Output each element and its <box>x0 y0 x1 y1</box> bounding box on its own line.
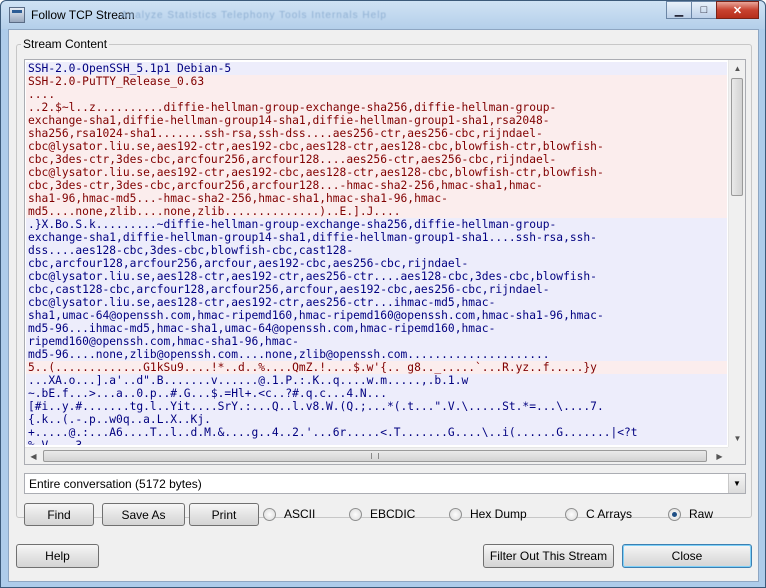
stream-line: 5..(.............G1kSu9....!*..d..%....Q… <box>26 361 727 374</box>
format-radio-hex-dump[interactable]: Hex Dump <box>449 506 527 522</box>
wireshark-app-icon <box>9 7 25 23</box>
radio-raw-label: Raw <box>689 507 714 521</box>
stream-content-label: Stream Content <box>21 37 110 51</box>
stream-line: [#i..y.#.......tg.l..Yit....SrY.:...Q..l… <box>26 400 727 413</box>
stream-line: SSH-2.0-OpenSSH_5.1p1 Debian-5 <box>26 62 727 75</box>
radio-ascii-label: ASCII <box>284 507 316 521</box>
format-radio-c-arrays[interactable]: C Arrays <box>565 506 632 522</box>
find-button-label: Find <box>47 507 71 522</box>
format-radio-ascii[interactable]: ASCII <box>263 506 315 522</box>
stream-line: cbc,3des-ctr,3des-cbc,arcfour256,arcfour… <box>26 179 727 192</box>
find-button[interactable]: Find <box>24 503 94 526</box>
stream-line: exchange-sha1,diffie-hellman-group14-sha… <box>26 114 727 127</box>
scroll-up-arrow-icon[interactable]: ▲ <box>729 60 745 77</box>
scroll-down-arrow-icon[interactable]: ▼ <box>729 430 745 447</box>
stream-text-content[interactable]: SSH-2.0-OpenSSH_5.1p1 Debian-5 SSH-2.0-Pu… <box>26 62 727 445</box>
stream-line: cbc@lysator.liu.se,aes128-ctr,aes192-ctr… <box>26 296 727 309</box>
stream-line: cbc,arcfour128,arcfour256,arcfour,aes192… <box>26 257 727 270</box>
stream-line: ...XA.o...].a'..d".B.......v......@.1.P.… <box>26 374 727 387</box>
filter-out-stream-button-label: Filter Out This Stream <box>489 549 608 563</box>
help-button-label: Help <box>45 549 70 563</box>
stream-line: sha1,umac-64@openssh.com,hmac-ripemd160,… <box>26 309 727 322</box>
conversation-select[interactable]: Entire conversation (5172 bytes) ▼ <box>24 473 746 494</box>
scroll-left-arrow-icon[interactable]: ◀ <box>25 448 42 464</box>
format-radio-raw[interactable]: Raw <box>668 506 713 522</box>
stream-line: cbc@lysator.liu.se,aes192-ctr,aes192-cbc… <box>26 166 727 179</box>
stream-line: +.....@.:...A6....T..l..d.M.&....g..4..2… <box>26 426 727 439</box>
save-as-button-label: Save As <box>121 507 166 522</box>
help-button[interactable]: Help <box>16 544 99 568</box>
grip-icon <box>371 453 379 459</box>
filter-out-stream-button[interactable]: Filter Out This Stream <box>483 544 614 568</box>
conversation-select-value: Entire conversation (5172 bytes) <box>29 477 202 491</box>
close-button-label: Close <box>671 549 703 563</box>
stream-line: SSH-2.0-PuTTY_Release_0.63 <box>26 75 727 88</box>
dialog-client-area: Stream Content SSH-2.0-OpenSSH_5.1p1 Deb… <box>8 29 759 582</box>
stream-line: {.k..(.-.p..w0q..a.L.X..Kj. <box>26 413 727 426</box>
title-bar[interactable]: Follow TCP Stream Analyze Statistics Tel… <box>1 1 765 29</box>
radio-ascii-indicator[interactable] <box>263 507 276 521</box>
save-as-button[interactable]: Save As <box>102 503 185 526</box>
maximize-button[interactable]: □ <box>691 1 717 19</box>
stream-content-group: Stream Content SSH-2.0-OpenSSH_5.1p1 Deb… <box>16 37 752 526</box>
stream-line: md5-96....none,zlib@openssh.com....none,… <box>26 348 727 361</box>
stream-line: sha256,rsa1024-sha1.......ssh-rsa,ssh-ds… <box>26 127 727 140</box>
stream-line: cbc@lysator.liu.se,aes128-ctr,aes192-ctr… <box>26 270 727 283</box>
radio-hex-dump-label: Hex Dump <box>470 507 527 521</box>
window-title: Follow TCP Stream <box>31 8 135 22</box>
follow-tcp-stream-window: Follow TCP Stream Analyze Statistics Tel… <box>0 0 766 588</box>
format-radio-ebcdic[interactable]: EBCDIC <box>349 506 415 522</box>
caption-buttons: ▁ □ ✕ <box>666 1 759 19</box>
horizontal-scroll-thumb[interactable] <box>43 450 707 462</box>
stream-line: ripemd160@openssh.com,hmac-sha1-96,hmac- <box>26 335 727 348</box>
horizontal-scrollbar[interactable]: ◀ ▶ <box>25 447 728 464</box>
stream-line: ..2.$~l..z..........diffie-hellman-group… <box>26 101 727 114</box>
stream-line: ~.bE.f...>...a..0.p..#.G...$.=Hl+.<c..?#… <box>26 387 727 400</box>
stream-line: md5-96...ihmac-md5,hmac-sha1,umac-64@ope… <box>26 322 727 335</box>
radio-hex-dump-indicator[interactable] <box>449 507 462 521</box>
stream-line: dss....aes128-cbc,3des-cbc,blowfish-cbc,… <box>26 244 727 257</box>
stream-line: %.V....3 <box>26 439 727 445</box>
stream-line: exchange-sha1,diffie-hellman-group14-sha… <box>26 231 727 244</box>
background-menu-ghost: Analyze Statistics Telephony Tools Inter… <box>121 10 387 21</box>
print-button[interactable]: Print <box>189 503 259 526</box>
radio-c-arrays-indicator[interactable] <box>565 507 578 521</box>
vertical-scroll-thumb[interactable] <box>731 78 743 196</box>
minimize-button[interactable]: ▁ <box>666 1 692 19</box>
stream-line: md5....none,zlib....none,zlib...........… <box>26 205 727 218</box>
stream-line: .}X.Bo.S.k.........~diffie-hellman-group… <box>26 218 727 231</box>
radio-ebcdic-indicator[interactable] <box>349 507 362 521</box>
scroll-corner <box>728 447 745 464</box>
print-button-label: Print <box>211 507 237 522</box>
vertical-scrollbar[interactable]: ▲ ▼ <box>728 60 745 447</box>
chevron-down-icon[interactable]: ▼ <box>728 474 745 493</box>
stream-line: cbc,3des-ctr,3des-cbc,arcfour256,arcfour… <box>26 153 727 166</box>
scroll-right-arrow-icon[interactable]: ▶ <box>711 448 728 464</box>
radio-ebcdic-label: EBCDIC <box>370 507 416 521</box>
stream-line: .... <box>26 88 727 101</box>
stream-line: cbc@lysator.liu.se,aes192-ctr,aes192-cbc… <box>26 140 727 153</box>
close-window-button[interactable]: ✕ <box>716 1 759 19</box>
radio-raw-indicator[interactable] <box>668 507 681 521</box>
radio-c-arrays-label: C Arrays <box>586 507 633 521</box>
stream-line: sha1-96,hmac-md5...-hmac-sha2-256,hmac-s… <box>26 192 727 205</box>
stream-line: cbc,cast128-cbc,arcfour128,arcfour256,ar… <box>26 283 727 296</box>
stream-text-view[interactable]: SSH-2.0-OpenSSH_5.1p1 Debian-5 SSH-2.0-Pu… <box>24 59 746 465</box>
close-button[interactable]: Close <box>622 544 752 568</box>
